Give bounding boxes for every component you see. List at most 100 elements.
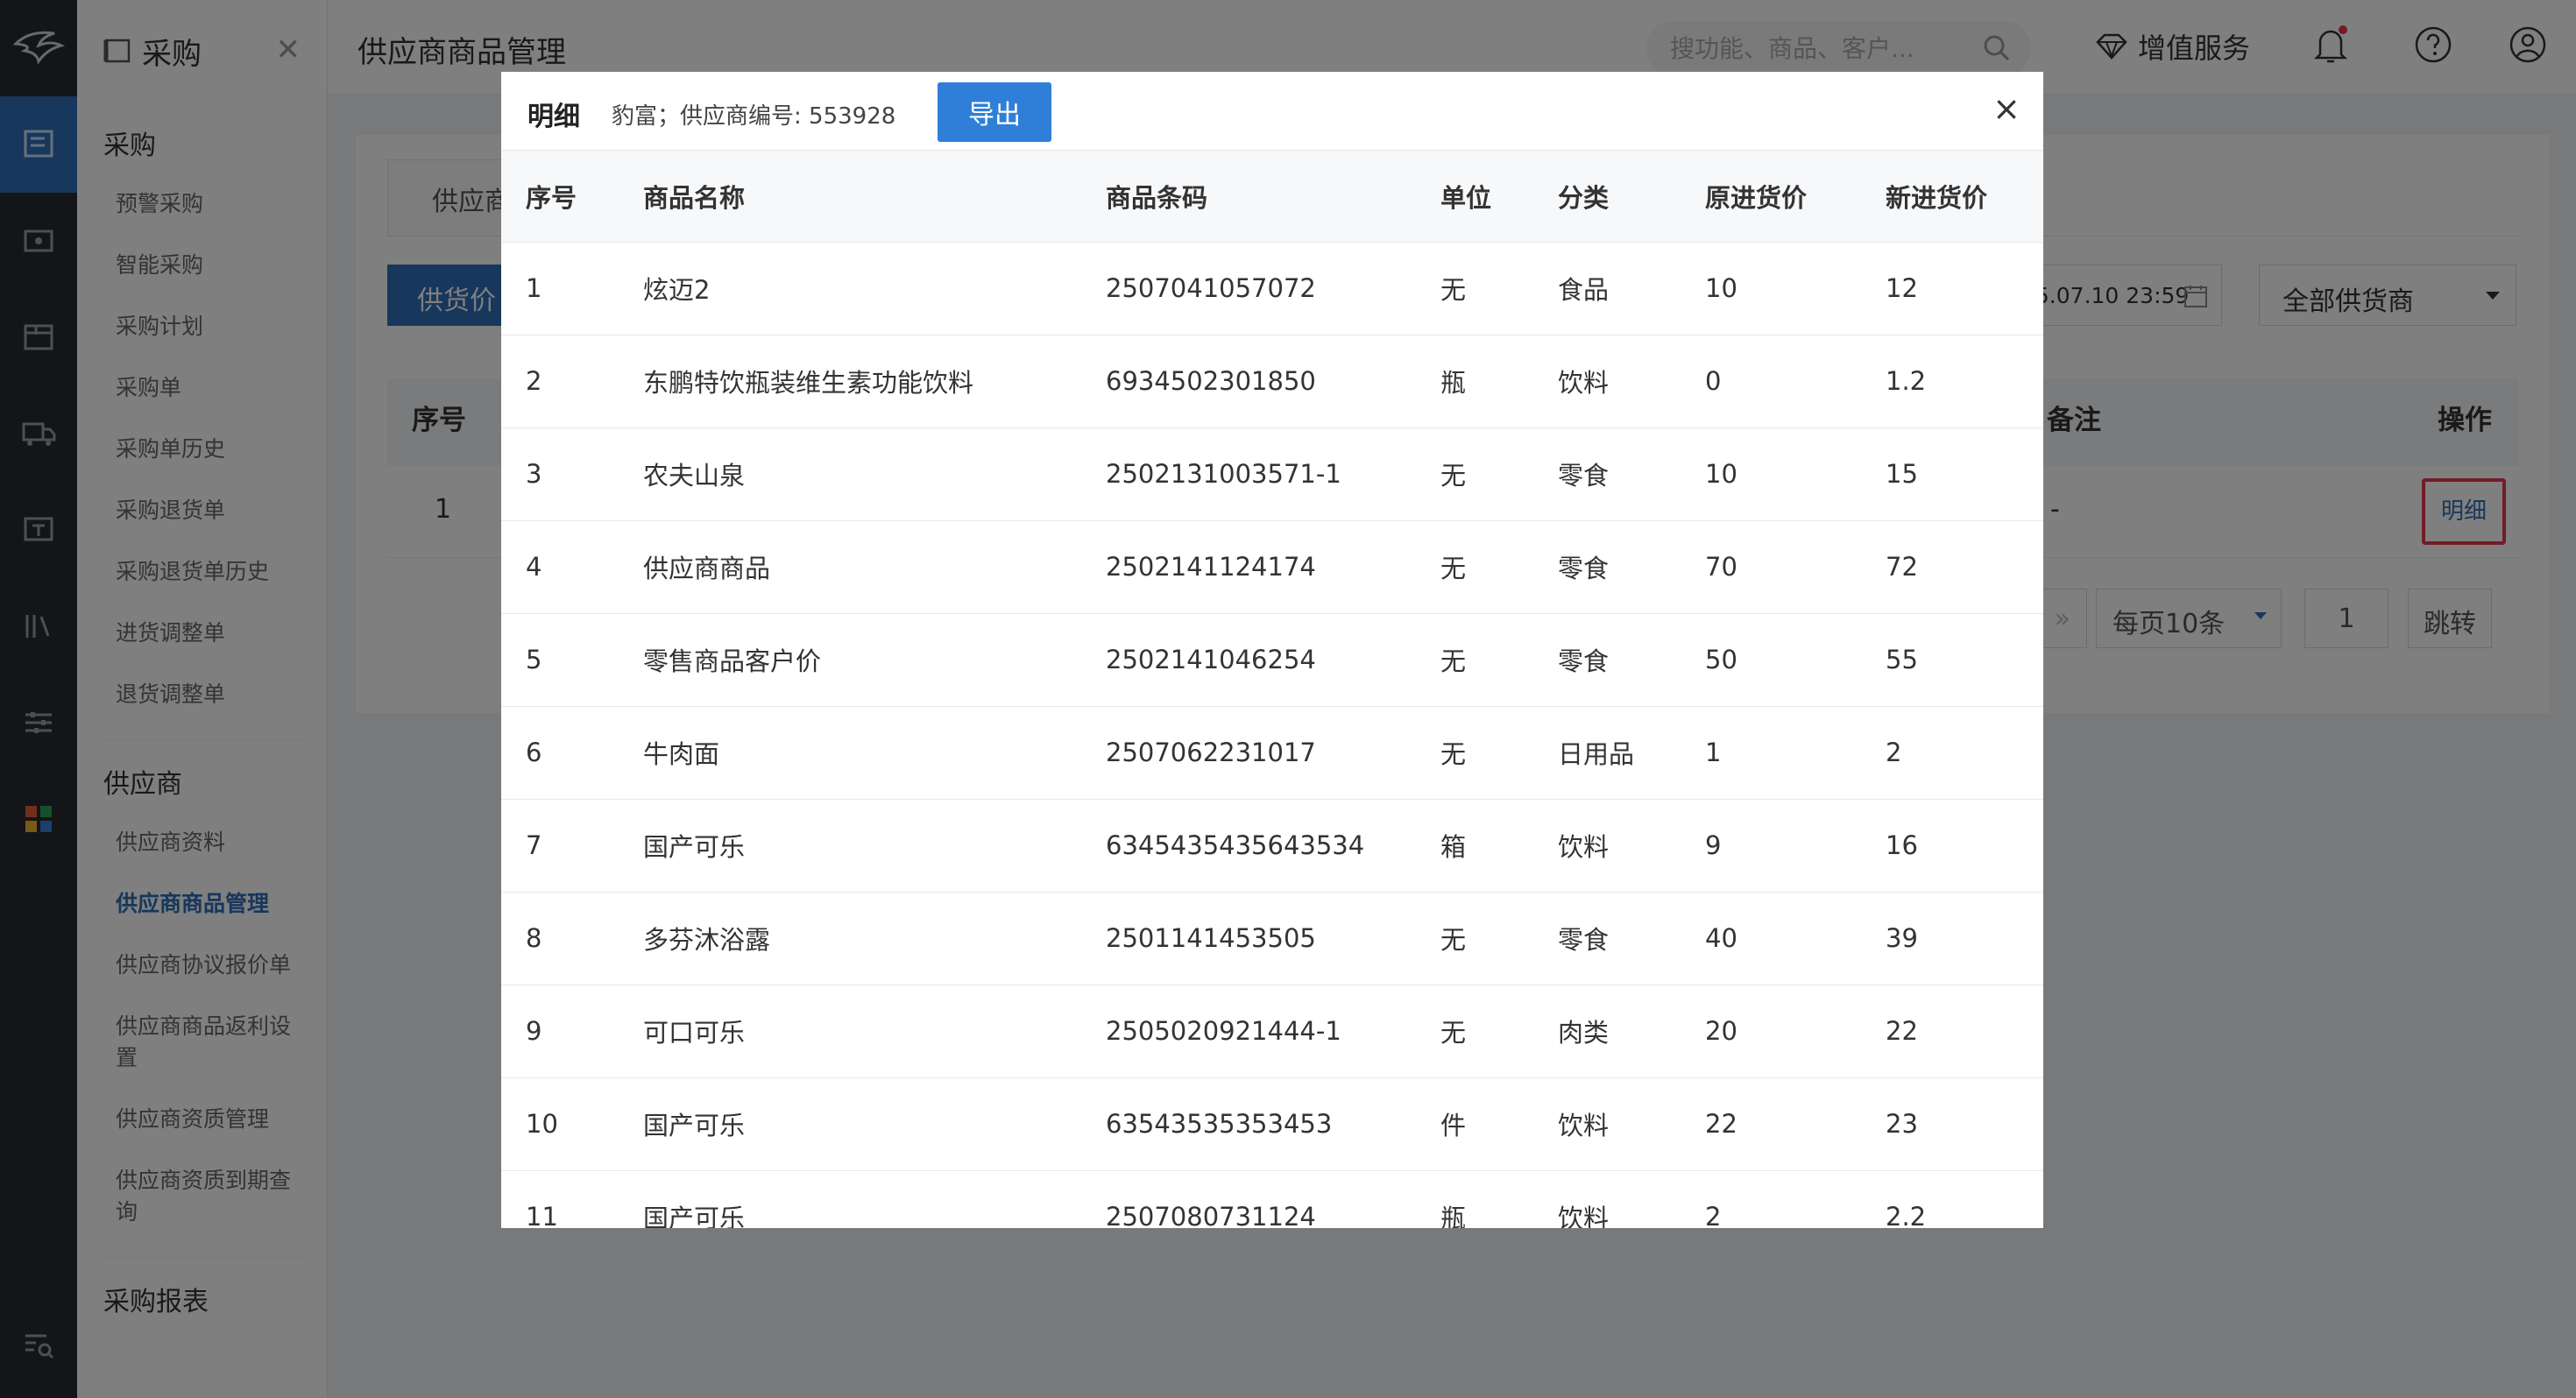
table-cell: 2501141453505 (1081, 892, 1416, 985)
column-header: 商品条码 (1081, 151, 1416, 243)
table-row: 6 牛肉面 2507062231017 无日用品 1 2 (501, 706, 2043, 800)
table-cell: 72 (1861, 520, 2043, 614)
table-cell: 瓶 (1416, 335, 1533, 428)
table-cell: 国产可乐 (619, 1170, 1081, 1228)
table-cell: 12 (1861, 242, 2043, 335)
table-cell: 件 (1416, 1077, 1533, 1171)
modal-subtitle: 豹富；供应商编号: 553928 (612, 103, 896, 130)
table-cell: 8 (501, 892, 619, 985)
table-cell: 牛肉面 (619, 706, 1081, 800)
table-cell: 饮料 (1533, 799, 1681, 893)
table-row: 5 零售商品客户价 2502141046254 无零食 50 55 (501, 613, 2043, 707)
table-row: 2 东鹏特饮瓶装维生素功能饮料 6934502301850 瓶饮料 0 1.2 (501, 335, 2043, 428)
table-cell: 39 (1861, 892, 2043, 985)
table-cell: 6 (501, 706, 619, 800)
table-body: 1 炫迈2 2507041057072 无食品 10 12 2 东鹏特饮瓶装维生素功能饮料 69… (501, 242, 2043, 1228)
table-cell: 多芬沐浴露 (619, 892, 1081, 985)
table-cell: 9 (1681, 799, 1861, 893)
table-cell: 零食 (1533, 427, 1681, 521)
table-cell: 10 (1681, 242, 1861, 335)
table-cell: 0 (1681, 335, 1861, 428)
table-row: 8 多芬沐浴露 2501141453505 无零食 40 39 (501, 892, 2043, 985)
table-cell: 2 (1681, 1170, 1861, 1228)
column-header: 分类 (1533, 151, 1681, 243)
column-header: 新进货价 (1861, 151, 2043, 243)
table-cell: 箱 (1416, 799, 1533, 893)
table-cell: 零食 (1533, 892, 1681, 985)
table-cell: 饮料 (1533, 1077, 1681, 1171)
table-cell: 无 (1416, 427, 1533, 521)
table-cell: 2507062231017 (1081, 706, 1416, 800)
close-icon[interactable]: × (1992, 91, 2020, 126)
column-header: 商品名称 (619, 151, 1081, 243)
table-cell: 2 (1861, 706, 2043, 800)
table-cell: 炫迈2 (619, 242, 1081, 335)
table-row: 3 农夫山泉 2502131003571-1 无零食 10 15 (501, 427, 2043, 521)
table-cell: 国产可乐 (619, 1077, 1081, 1171)
table-row: 7 国产可乐 6345435435643534 箱饮料 9 16 (501, 799, 2043, 893)
table-cell: 2502141046254 (1081, 613, 1416, 707)
table-cell: 1 (1681, 706, 1861, 800)
table-cell: 40 (1681, 892, 1861, 985)
table-cell: 5 (501, 613, 619, 707)
table-cell: 无 (1416, 892, 1533, 985)
column-header: 原进货价 (1681, 151, 1861, 243)
table-cell: 无 (1416, 985, 1533, 1078)
table-cell: 4 (501, 520, 619, 614)
table-cell: 1.2 (1861, 335, 2043, 428)
table-cell: 3 (501, 427, 619, 521)
table-cell: 国产可乐 (619, 799, 1081, 893)
table-cell: 10 (501, 1077, 619, 1171)
table-cell: 2507041057072 (1081, 242, 1416, 335)
table-cell: 供应商商品 (619, 520, 1081, 614)
table-row: 1 炫迈2 2507041057072 无食品 10 12 (501, 242, 2043, 335)
table-cell: 70 (1681, 520, 1861, 614)
table-cell: 9 (501, 985, 619, 1078)
table-cell: 无 (1416, 706, 1533, 800)
table-cell: 10 (1681, 427, 1861, 521)
table-cell: 16 (1861, 799, 2043, 893)
table-cell: 55 (1861, 613, 2043, 707)
table-row: 9 可口可乐 2505020921444-1 无肉类 20 22 (501, 985, 2043, 1078)
modal-header: 明细 豹富；供应商编号: 553928 导出 × (501, 72, 2043, 151)
table-cell: 食品 (1533, 242, 1681, 335)
detail-modal: 明细 豹富；供应商编号: 553928 导出 × 序号 商品名称 商品条码 单位 分类原… (501, 72, 2043, 1228)
table-cell: 22 (1861, 985, 2043, 1078)
table-cell: 无 (1416, 242, 1533, 335)
table-cell: 7 (501, 799, 619, 893)
export-button[interactable]: 导出 (938, 82, 1051, 142)
table-cell: 2 (501, 335, 619, 428)
table-row: 11 国产可乐 2507080731124 瓶饮料 2 2.2 (501, 1170, 2043, 1228)
table-cell: 瓶 (1416, 1170, 1533, 1228)
table-cell: 零售商品客户价 (619, 613, 1081, 707)
table-cell: 6934502301850 (1081, 335, 1416, 428)
table-cell: 2502141124174 (1081, 520, 1416, 614)
column-header: 单位 (1416, 151, 1533, 243)
modal-title: 明细 (527, 102, 580, 132)
table-cell: 11 (501, 1170, 619, 1228)
table-cell: 22 (1681, 1077, 1861, 1171)
detail-table: 序号 商品名称 商品条码 单位 分类 原进货价 新进货价 1 炫迈2 2507041057072… (501, 151, 2043, 1228)
table-cell: 饮料 (1533, 335, 1681, 428)
table-cell: 6345435435643534 (1081, 799, 1416, 893)
table-cell: 15 (1861, 427, 2043, 521)
table-cell: 无 (1416, 613, 1533, 707)
table-cell: 无 (1416, 520, 1533, 614)
table-cell: 农夫山泉 (619, 427, 1081, 521)
table-cell: 可口可乐 (619, 985, 1081, 1078)
table-row: 4 供应商商品 2502141124174 无零食 70 72 (501, 520, 2043, 614)
table-cell: 2502131003571-1 (1081, 427, 1416, 521)
table-header-row: 序号 商品名称 商品条码 单位 分类 原进货价 新进货价 (501, 151, 2043, 243)
table-cell: 50 (1681, 613, 1861, 707)
table-row: 10 国产可乐 63543535353453 件饮料 22 23 (501, 1077, 2043, 1171)
table-cell: 20 (1681, 985, 1861, 1078)
table-cell: 饮料 (1533, 1170, 1681, 1228)
table-cell: 2505020921444-1 (1081, 985, 1416, 1078)
table-cell: 东鹏特饮瓶装维生素功能饮料 (619, 335, 1081, 428)
table-cell: 零食 (1533, 520, 1681, 614)
column-header: 序号 (501, 151, 619, 243)
table-cell: 1 (501, 242, 619, 335)
table-cell: 肉类 (1533, 985, 1681, 1078)
table-cell: 日用品 (1533, 706, 1681, 800)
table-cell: 2507080731124 (1081, 1170, 1416, 1228)
